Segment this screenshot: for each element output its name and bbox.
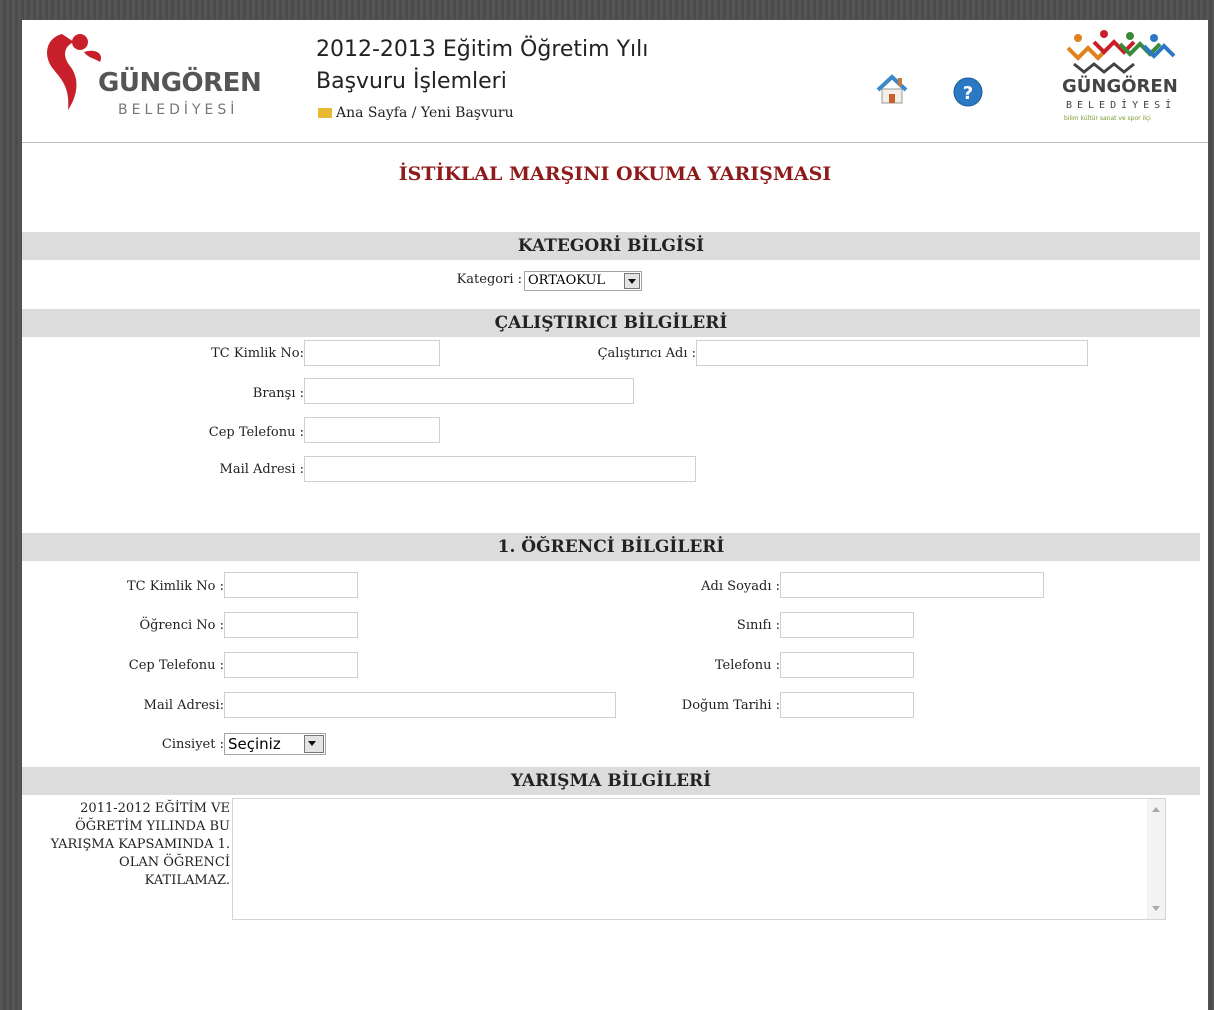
calistirici-mail-label: Mail Adresi : bbox=[219, 462, 304, 477]
svg-text:?: ? bbox=[963, 83, 973, 104]
header-title-line1: 2012-2013 Eğitim Öğretim Yılı bbox=[316, 37, 649, 62]
section-yarisma: YARIŞMA BİLGİLERİ bbox=[22, 767, 1200, 795]
ogrenci-tc-label: TC Kimlik No : bbox=[127, 579, 224, 594]
ogrenci-mail-input[interactable] bbox=[224, 692, 616, 718]
gungoren-logo-left[interactable]: GÜNGÖREN BELEDİYESİ bbox=[40, 28, 262, 128]
ogrenci-cell-label: Cep Telefonu : bbox=[128, 658, 224, 673]
ogrenci-no-label: Öğrenci No : bbox=[139, 618, 224, 633]
kategori-select[interactable]: ORTAOKUL bbox=[524, 271, 642, 291]
ogrenci-class-label: Sınıfı : bbox=[736, 618, 780, 633]
note-line: YARIŞMA KAPSAMINDA 1. bbox=[50, 837, 230, 852]
calistirici-brans-label: Branşı : bbox=[252, 386, 304, 401]
gender-select-value: Seçiniz bbox=[228, 735, 281, 753]
calistirici-brans-input[interactable] bbox=[304, 378, 634, 404]
breadcrumb-text[interactable]: Ana Sayfa / Yeni Başvuru bbox=[336, 105, 514, 121]
gungoren-figures-icon bbox=[1066, 30, 1176, 74]
ogrenci-mail-label: Mail Adresi: bbox=[143, 698, 224, 713]
calistirici-tc-label: TC Kimlik No: bbox=[211, 346, 304, 361]
page-header: GÜNGÖREN BELEDİYESİ 2012-2013 Eğitim Öğr… bbox=[22, 20, 1208, 143]
section-ogrenci: 1. ÖĞRENCİ BİLGİLERİ bbox=[22, 533, 1200, 561]
section-kategori: KATEGORİ BİLGİSİ bbox=[22, 232, 1200, 260]
page-header-title: 2012-2013 Eğitim Öğretim Yılı Başvuru İş… bbox=[316, 34, 648, 98]
yarisma-note: 2011-2012 EĞİTİM VE ÖĞRETİM YILINDA BU Y… bbox=[22, 800, 230, 890]
scroll-down-icon[interactable] bbox=[1152, 906, 1160, 911]
folder-icon bbox=[318, 108, 332, 118]
calistirici-tc-input[interactable] bbox=[304, 340, 440, 366]
ogrenci-name-input[interactable] bbox=[780, 572, 1044, 598]
calistirici-name-input[interactable] bbox=[696, 340, 1088, 366]
logo-right-sub-text: BELEDİYESİ bbox=[1066, 100, 1177, 111]
logo-sub-text: BELEDİYESİ bbox=[118, 102, 239, 118]
calistirici-name-label: Çalıştırıcı Adı : bbox=[597, 346, 696, 361]
ogrenci-name-label: Adı Soyadı : bbox=[701, 579, 780, 594]
ogrenci-phone-input[interactable] bbox=[780, 652, 914, 678]
yarisma-textarea[interactable] bbox=[232, 798, 1166, 920]
page-title: İSTİKLAL MARŞINI OKUMA YARIŞMASI bbox=[398, 163, 832, 185]
logo-right-brand-text: GÜNGÖREN bbox=[1062, 76, 1178, 97]
calistirici-phone-input[interactable] bbox=[304, 417, 440, 443]
section-calistirici: ÇALIŞTIRICI BİLGİLERİ bbox=[22, 309, 1200, 337]
ogrenci-class-input[interactable] bbox=[780, 612, 914, 638]
chevron-down-icon[interactable] bbox=[624, 273, 640, 289]
note-line: ÖĞRETİM YILINDA BU bbox=[75, 819, 230, 834]
note-line: 2011-2012 EĞİTİM VE bbox=[80, 801, 230, 816]
kategori-label: Kategori : bbox=[456, 272, 522, 287]
logo-brand-text: GÜNGÖREN bbox=[98, 68, 262, 98]
breadcrumb[interactable]: Ana Sayfa / Yeni Başvuru bbox=[318, 105, 514, 121]
calistirici-mail-input[interactable] bbox=[304, 456, 696, 482]
application-window: GÜNGÖREN BELEDİYESİ 2012-2013 Eğitim Öğr… bbox=[22, 20, 1208, 1010]
ogrenci-gender-label: Cinsiyet : bbox=[161, 737, 224, 752]
kategori-select-value: ORTAOKUL bbox=[528, 273, 606, 288]
note-line: KATILAMAZ. bbox=[144, 873, 230, 888]
note-line: OLAN ÖĞRENCİ bbox=[119, 855, 230, 870]
ogrenci-cell-input[interactable] bbox=[224, 652, 358, 678]
textarea-scrollbar[interactable] bbox=[1147, 799, 1165, 919]
gender-select[interactable]: Seçiniz bbox=[224, 733, 326, 755]
home-icon[interactable] bbox=[874, 72, 910, 108]
scroll-up-icon[interactable] bbox=[1152, 807, 1160, 812]
ogrenci-birth-label: Doğum Tarihi : bbox=[681, 698, 780, 713]
chevron-down-icon[interactable] bbox=[304, 735, 324, 753]
ogrenci-phone-label: Telefonu : bbox=[714, 658, 780, 673]
ogrenci-no-input[interactable] bbox=[224, 612, 358, 638]
ogrenci-tc-input[interactable] bbox=[224, 572, 358, 598]
header-title-line2: Başvuru İşlemleri bbox=[316, 69, 507, 94]
ogrenci-birth-input[interactable] bbox=[780, 692, 914, 718]
logo-right-tagline: bilim kültür sanat ve spor ilçi bbox=[1064, 115, 1151, 122]
gungoren-logo-right[interactable]: GÜNGÖREN BELEDİYESİ bilim kültür sanat v… bbox=[1060, 26, 1190, 136]
calistirici-phone-label: Cep Telefonu : bbox=[208, 425, 304, 440]
help-icon[interactable]: ? bbox=[950, 74, 986, 110]
